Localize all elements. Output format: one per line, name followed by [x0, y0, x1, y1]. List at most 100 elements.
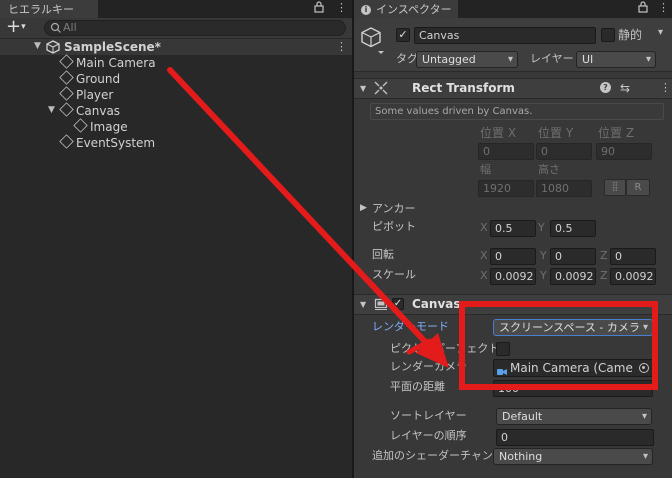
driven-notice-text: Some values driven by Canvas. — [375, 106, 533, 117]
pos-z-field[interactable]: 90 — [596, 143, 652, 160]
rotation-label: 回転 — [372, 248, 394, 261]
pivot-x-label: X — [480, 221, 488, 234]
canvas-component-title: Canvas — [412, 297, 461, 311]
rect-transform-title: Rect Transform — [412, 81, 515, 95]
scale-y-field[interactable]: 0.0092 — [550, 268, 596, 285]
highlight-box — [459, 301, 658, 390]
pivot-y-label: Y — [538, 221, 545, 234]
pos-z-label: 位置 Z — [598, 126, 635, 140]
shader-channels-dropdown[interactable]: Nothing — [493, 448, 653, 465]
collapse-icon[interactable]: ▼ — [360, 84, 366, 93]
pos-y-field[interactable]: 0 — [536, 143, 592, 160]
sorting-layer-label: ソートレイヤー — [390, 409, 467, 422]
rot-x-label: X — [480, 249, 488, 262]
height-label: 高さ — [538, 163, 560, 176]
height-field[interactable]: 1080 — [536, 180, 592, 197]
hierarchy-menu-icon[interactable]: ⋮ — [336, 2, 347, 16]
tag-label: タグ — [396, 52, 418, 65]
canvas-component-icon — [374, 297, 388, 311]
rot-y-label: Y — [540, 249, 547, 262]
canvas-enabled-checkbox[interactable]: ✓ — [392, 298, 404, 310]
object-name-input[interactable]: Canvas — [414, 27, 596, 44]
hierarchy-panel: ヒエラルキー ⋮ +▾ All ▼ SampleScene* ⋮ Main Ca… — [0, 0, 352, 478]
hierarchy-item-eventsystem[interactable]: EventSystem — [59, 134, 156, 151]
scale-x-field[interactable]: 0.0092 — [490, 268, 536, 285]
pos-x-field[interactable]: 0 — [478, 143, 534, 160]
pivot-y-field[interactable]: 0.5 — [550, 220, 596, 237]
layer-dropdown[interactable]: UI — [576, 51, 656, 68]
sorting-layer-dropdown[interactable]: Default — [496, 408, 652, 425]
hierarchy-tab-label: ヒエラルキー — [8, 3, 74, 16]
scale-y-label: Y — [540, 269, 547, 282]
scale-x-label: X — [480, 269, 488, 282]
gameobject-icon — [59, 102, 74, 117]
render-camera-label: レンダーカメラ — [390, 360, 467, 373]
order-in-layer-field[interactable]: 0 — [496, 429, 654, 446]
inspector-tab[interactable]: i インスペクター — [354, 0, 458, 18]
static-checkbox[interactable] — [601, 28, 615, 42]
layer-label: レイヤー — [530, 52, 574, 65]
collapse-icon[interactable]: ▼ — [360, 300, 366, 309]
order-in-layer-label: レイヤーの順序 — [390, 429, 467, 442]
width-label: 幅 — [480, 163, 491, 176]
search-icon — [49, 21, 63, 35]
gameobject-icon — [59, 134, 74, 149]
gameobject-icon — [59, 86, 74, 101]
static-dropdown-icon[interactable]: ▾ — [658, 27, 663, 38]
shader-channels-label: 追加のシェーダーチャンネル — [372, 449, 492, 462]
add-icon[interactable]: +▾ — [6, 17, 32, 37]
help-icon[interactable]: ? — [600, 82, 611, 93]
anchor-expand-icon[interactable]: ▶ — [360, 203, 367, 213]
hierarchy-item-ground[interactable]: Ground — [59, 70, 121, 87]
scale-z-label: Z — [600, 269, 608, 282]
hierarchy-item-label: Ground — [76, 72, 121, 86]
rot-z-label: Z — [600, 249, 608, 262]
active-checkbox[interactable]: ✓ — [396, 28, 410, 42]
hierarchy-item-main-camera[interactable]: Main Camera — [59, 54, 156, 71]
rot-x-field[interactable]: 0 — [490, 248, 536, 265]
hierarchy-item-label: Image — [90, 120, 128, 134]
hierarchy-item-label: EventSystem — [76, 136, 156, 150]
inspector-menu-icon[interactable]: ⋮ — [658, 2, 669, 14]
pivot-label: ピボット — [372, 220, 416, 233]
rect-transform-icon — [374, 81, 388, 95]
hierarchy-item-label: Player — [76, 88, 114, 102]
canvas-expand-icon[interactable]: ▼ — [48, 105, 55, 115]
pos-x-label: 位置 X — [480, 126, 517, 140]
rot-y-field[interactable]: 0 — [550, 248, 596, 265]
width-field[interactable]: 1920 — [478, 180, 534, 197]
driven-notice: Some values driven by Canvas. — [370, 103, 664, 120]
lock-icon[interactable] — [314, 1, 326, 15]
hierarchy-item-canvas[interactable]: Canvas — [59, 102, 121, 119]
gameobject-icon — [59, 54, 74, 69]
anchor-label: アンカー — [372, 202, 416, 215]
inspector-lock-icon[interactable] — [638, 1, 650, 15]
scale-label: スケール — [372, 268, 416, 281]
render-mode-label: レンダーモード — [372, 320, 449, 333]
scene-name: SampleScene* — [64, 40, 161, 54]
scene-expand-icon[interactable]: ▼ — [34, 41, 41, 51]
pivot-x-field[interactable]: 0.5 — [490, 220, 536, 237]
scale-z-field[interactable]: 0.0092 — [610, 268, 656, 285]
component-menu-icon[interactable]: ⋮ — [660, 81, 671, 95]
preset-icon[interactable]: ⇆ — [620, 80, 630, 96]
unity-scene-icon — [46, 40, 60, 54]
info-icon: i — [361, 5, 371, 15]
search-placeholder: All — [63, 21, 77, 34]
pos-y-label: 位置 Y — [538, 126, 574, 140]
gameobject-large-icon[interactable] — [360, 25, 384, 59]
hierarchy-item-image[interactable]: Image — [73, 118, 128, 135]
plane-distance-label: 平面の距離 — [390, 380, 445, 393]
rot-z-field[interactable]: 0 — [610, 248, 656, 265]
scene-menu-icon[interactable]: ⋮ — [336, 40, 347, 53]
inspector-tab-label: インスペクター — [376, 3, 452, 16]
tag-dropdown[interactable]: Untagged — [416, 51, 518, 68]
static-label: 静的 — [618, 28, 643, 42]
gameobject-icon — [59, 70, 74, 85]
hierarchy-item-label: Main Camera — [76, 56, 156, 70]
raw-edit-button[interactable]: R — [626, 179, 650, 196]
hierarchy-item-player[interactable]: Player — [59, 86, 114, 103]
blueprint-button[interactable]: ⣿ — [604, 179, 626, 196]
hierarchy-item-label: Canvas — [76, 104, 121, 118]
search-input[interactable]: All — [44, 20, 346, 36]
